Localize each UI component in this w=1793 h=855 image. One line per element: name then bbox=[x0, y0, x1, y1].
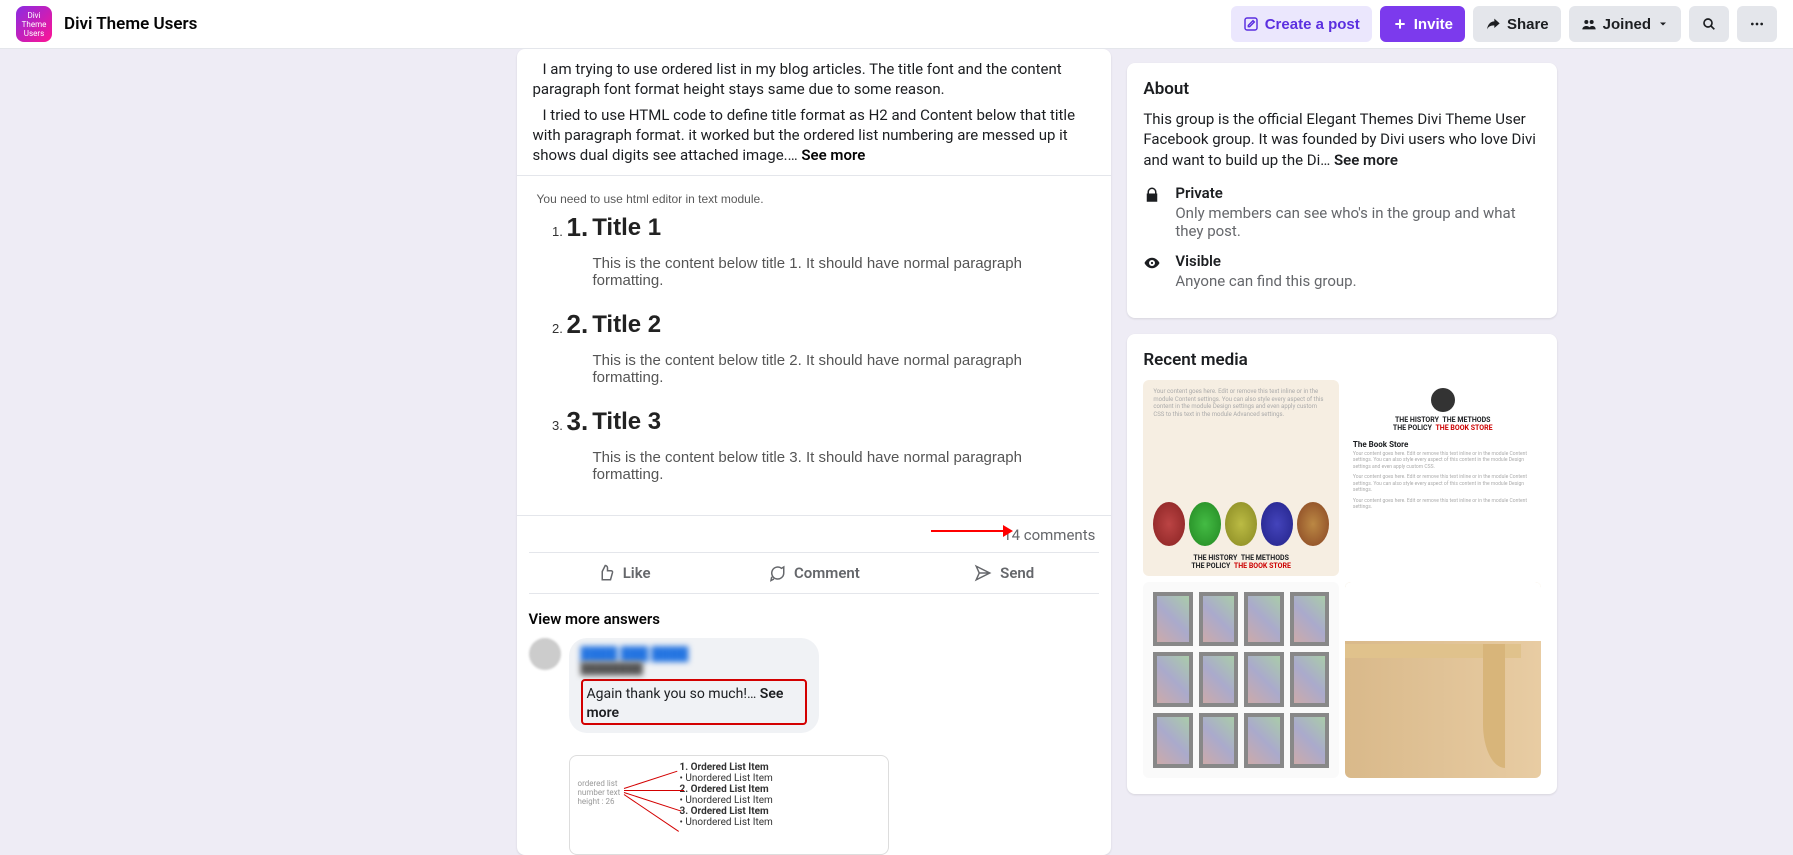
recent-media-heading: Recent media bbox=[1143, 350, 1540, 370]
more-button[interactable] bbox=[1737, 6, 1777, 42]
comment-label: Comment bbox=[794, 564, 860, 582]
item-title: Title 1 bbox=[592, 214, 661, 242]
comment-attachment[interactable]: ordered list number text height : 26 1. … bbox=[569, 755, 889, 855]
invite-button[interactable]: Invite bbox=[1380, 6, 1465, 42]
ordered-list-preview: 1.Title 1 This is the content below titl… bbox=[537, 212, 1092, 483]
see-more-link[interactable]: See more bbox=[1334, 151, 1398, 169]
privacy-title: Private bbox=[1175, 184, 1540, 202]
comment-bubble[interactable]: ████ ███ ████ ████████ Again thank you s… bbox=[569, 638, 819, 733]
comment-button[interactable]: Comment bbox=[719, 553, 909, 593]
commenter-name: ████ ███ ████ bbox=[581, 646, 807, 662]
media-grid: Your content goes here. Edit or remove t… bbox=[1143, 380, 1540, 778]
list-item: 1.Title 1 This is the content below titl… bbox=[567, 212, 1092, 289]
like-icon bbox=[597, 564, 615, 582]
invite-label: Invite bbox=[1414, 16, 1453, 33]
see-more-link[interactable]: See more bbox=[801, 146, 865, 164]
visibility-title: Visible bbox=[1175, 252, 1356, 270]
about-heading: About bbox=[1143, 79, 1540, 99]
post-body: I am trying to use ordered list in my bl… bbox=[517, 49, 1112, 175]
media-thumbnail[interactable]: Your content goes here. Edit or remove t… bbox=[1143, 380, 1339, 576]
about-text: This group is the official Elegant Theme… bbox=[1143, 109, 1540, 170]
pencil-square-icon bbox=[1243, 16, 1259, 32]
item-desc: This is the content below title 1. It sh… bbox=[567, 255, 1092, 289]
joined-button[interactable]: Joined bbox=[1569, 6, 1681, 42]
joined-label: Joined bbox=[1603, 16, 1651, 33]
share-label: Share bbox=[1507, 16, 1549, 33]
nested-list: 1. Ordered List Item • Unordered List It… bbox=[680, 762, 773, 828]
share-arrow-icon bbox=[1485, 16, 1501, 32]
like-button[interactable]: Like bbox=[529, 553, 719, 593]
dup-number: 3. bbox=[567, 406, 589, 437]
recent-media-card: Recent media Your content goes here. Edi… bbox=[1127, 334, 1556, 794]
commenter-avatar[interactable] bbox=[529, 638, 561, 670]
send-label: Send bbox=[1000, 564, 1034, 582]
create-post-button[interactable]: Create a post bbox=[1231, 6, 1372, 42]
comments-count[interactable]: 14 comments bbox=[1003, 526, 1095, 544]
dup-number: 1. bbox=[567, 212, 589, 243]
top-bar: Divi Theme Users Divi Theme Users Create… bbox=[0, 0, 1793, 49]
comment-text: Again thank you so much!… bbox=[587, 686, 760, 702]
comment-icon bbox=[768, 564, 786, 582]
dots-icon bbox=[1749, 16, 1765, 32]
post-action-bar: Like Comment Send bbox=[529, 552, 1100, 594]
create-post-label: Create a post bbox=[1265, 16, 1360, 33]
item-desc: This is the content below title 3. It sh… bbox=[567, 449, 1092, 483]
comment-row: ████ ███ ████ ████████ Again thank you s… bbox=[517, 634, 1112, 749]
item-desc: This is the content below title 2. It sh… bbox=[567, 352, 1092, 386]
send-button[interactable]: Send bbox=[909, 553, 1099, 593]
visibility-row: Visible Anyone can find this group. bbox=[1143, 252, 1540, 290]
plus-icon bbox=[1392, 16, 1408, 32]
send-icon bbox=[974, 564, 992, 582]
list-item: 3.Title 3 This is the content below titl… bbox=[567, 406, 1092, 483]
view-more-answers[interactable]: View more answers bbox=[517, 600, 1112, 634]
chevron-down-icon bbox=[1657, 18, 1669, 30]
about-card: About This group is the official Elegant… bbox=[1127, 63, 1556, 318]
privacy-desc: Only members can see who's in the group … bbox=[1175, 204, 1540, 240]
privacy-row: Private Only members can see who's in th… bbox=[1143, 184, 1540, 240]
group-iconon bbox=[1581, 16, 1597, 32]
right-sidebar: About This group is the official Elegant… bbox=[1127, 63, 1556, 794]
search-button[interactable] bbox=[1689, 6, 1729, 42]
group-avatar[interactable]: Divi Theme Users bbox=[16, 6, 52, 42]
annotation-highlight-box: Again thank you so much!… See more bbox=[581, 679, 807, 725]
group-title[interactable]: Divi Theme Users bbox=[64, 14, 197, 34]
item-title: Title 2 bbox=[592, 311, 661, 339]
share-button[interactable]: Share bbox=[1473, 6, 1561, 42]
list-item: 2.Title 2 This is the content below titl… bbox=[567, 309, 1092, 386]
media-thumbnail[interactable] bbox=[1143, 582, 1339, 778]
post-paragraph: I tried to use HTML code to define title… bbox=[533, 105, 1096, 165]
item-title: Title 3 bbox=[592, 408, 661, 436]
lock-icon bbox=[1143, 184, 1163, 240]
nested-label: ordered list number text height : 26 bbox=[578, 780, 621, 806]
commenter-sub: ████████ bbox=[581, 662, 807, 675]
annotation-arrow bbox=[931, 530, 1011, 532]
search-icon bbox=[1701, 16, 1717, 32]
post-attachment[interactable]: You need to use html editor in text modu… bbox=[517, 175, 1112, 515]
dup-number: 2. bbox=[567, 309, 589, 340]
eye-icon bbox=[1143, 252, 1163, 290]
media-thumbnail[interactable]: THE HISTORY THE METHODS THE POLICY THE B… bbox=[1345, 380, 1541, 576]
post-paragraph: I am trying to use ordered list in my bl… bbox=[533, 59, 1096, 99]
visibility-desc: Anyone can find this group. bbox=[1175, 272, 1356, 290]
attachment-hint: You need to use html editor in text modu… bbox=[537, 192, 1092, 206]
post-meta-row: 14 comments bbox=[517, 515, 1112, 546]
media-thumbnail[interactable] bbox=[1345, 582, 1541, 778]
post-card: I am trying to use ordered list in my bl… bbox=[517, 49, 1112, 855]
like-label: Like bbox=[623, 564, 651, 582]
